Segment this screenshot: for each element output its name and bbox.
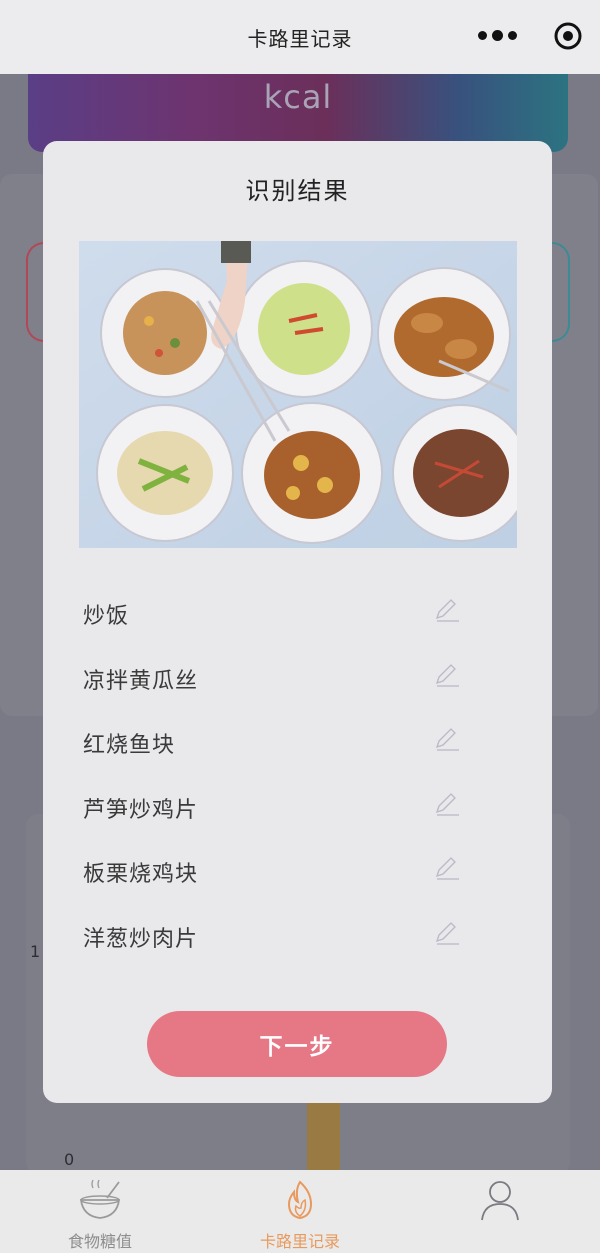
food-photo (79, 241, 517, 548)
food-name: 芦笋炒鸡片 (83, 797, 199, 823)
chart-bar (307, 1099, 340, 1170)
tab-profile[interactable] (400, 1170, 600, 1253)
edit-pencil-icon[interactable] (433, 919, 461, 947)
next-step-button[interactable]: 下一步 (147, 1011, 447, 1077)
dialog-title: 识别结果 (245, 177, 350, 205)
tab-food-glycemic[interactable]: 食物糖值 (0, 1170, 200, 1253)
food-item[interactable]: 凉拌黄瓜丝 (43, 643, 552, 708)
edit-pencil-icon[interactable] (433, 596, 461, 624)
flame-icon (287, 1180, 313, 1220)
edit-pencil-icon[interactable] (433, 790, 461, 818)
chart-axis-label-top: 1 (30, 942, 41, 961)
tab-calorie-record[interactable]: 卡路里记录 (200, 1170, 400, 1253)
food-name: 板栗烧鸡块 (83, 862, 199, 888)
rice-bowl-icon (79, 1179, 121, 1219)
recognized-food-list: 炒饭 凉拌黄瓜丝 红烧鱼块 芦笋炒鸡片 板栗烧鸡块 洋葱炒肉片 (43, 578, 552, 966)
edit-pencil-icon[interactable] (433, 661, 461, 689)
bottom-tab-bar: 食物糖值 卡路里记录 (0, 1170, 600, 1253)
food-name: 炒饭 (83, 604, 130, 629)
food-item[interactable]: 芦笋炒鸡片 (43, 772, 552, 837)
edit-pencil-icon[interactable] (433, 725, 461, 753)
food-name: 凉拌黄瓜丝 (83, 668, 199, 694)
food-item[interactable]: 炒饭 (43, 578, 552, 643)
tab-label: 食物糖值 (67, 1232, 132, 1251)
edit-pencil-icon[interactable] (433, 854, 461, 882)
food-name: 红烧鱼块 (83, 733, 176, 759)
chart-axis-label-zero: 0 (64, 1150, 75, 1169)
food-item[interactable]: 红烧鱼块 (43, 707, 552, 772)
food-item[interactable]: 洋葱炒肉片 (43, 901, 552, 966)
food-item[interactable]: 板栗烧鸡块 (43, 836, 552, 901)
top-navigation-bar: 卡路里记录 (0, 0, 600, 74)
page-title: 卡路里记录 (247, 26, 353, 51)
more-options-icon[interactable] (478, 26, 520, 44)
recognition-result-dialog: 识别结果 炒饭 凉拌黄瓜丝 红烧鱼块 芦笋炒鸡片 板栗烧鸡块 洋葱炒肉片 下一步 (43, 141, 552, 1103)
kcal-label: kcal (263, 78, 333, 116)
food-name: 洋葱炒肉片 (83, 926, 199, 952)
tab-label: 卡路里记录 (259, 1232, 340, 1251)
close-capsule-icon[interactable] (553, 21, 583, 51)
user-icon (481, 1181, 519, 1221)
